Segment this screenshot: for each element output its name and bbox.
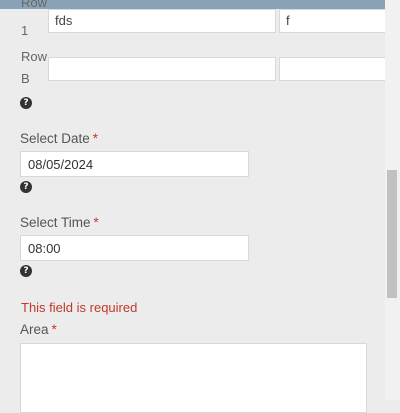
time-input[interactable]: 08:00: [20, 235, 249, 261]
area-error-message: This field is required: [21, 300, 138, 315]
time-help-icon[interactable]: ?: [20, 265, 32, 277]
row-b-cell-2[interactable]: [279, 57, 385, 81]
row-1-cell-2[interactable]: f: [279, 9, 385, 33]
row-1-cell-1[interactable]: fds: [48, 9, 276, 33]
date-required-mark: *: [92, 131, 99, 146]
date-help-icon[interactable]: ?: [20, 181, 32, 193]
row-b-label-line2: B: [21, 71, 30, 86]
time-required-mark: *: [93, 215, 99, 230]
area-label: Area *: [20, 322, 57, 337]
area-required-mark: *: [51, 322, 57, 337]
area-textarea[interactable]: [20, 343, 367, 413]
row-1-label-line1: Row: [21, 0, 48, 10]
row-1-label-line2: 1: [21, 23, 29, 38]
grid-help-icon[interactable]: ?: [20, 97, 32, 109]
time-label: Select Time *: [20, 215, 99, 230]
scrollbar-thumb[interactable]: [387, 170, 397, 298]
row-b-label-line1: Row: [21, 49, 48, 64]
date-label: Select Date *: [20, 131, 99, 146]
header-bar: [0, 0, 385, 9]
row-b-cell-1[interactable]: [48, 57, 276, 81]
date-input[interactable]: 08/05/2024: [20, 151, 249, 177]
